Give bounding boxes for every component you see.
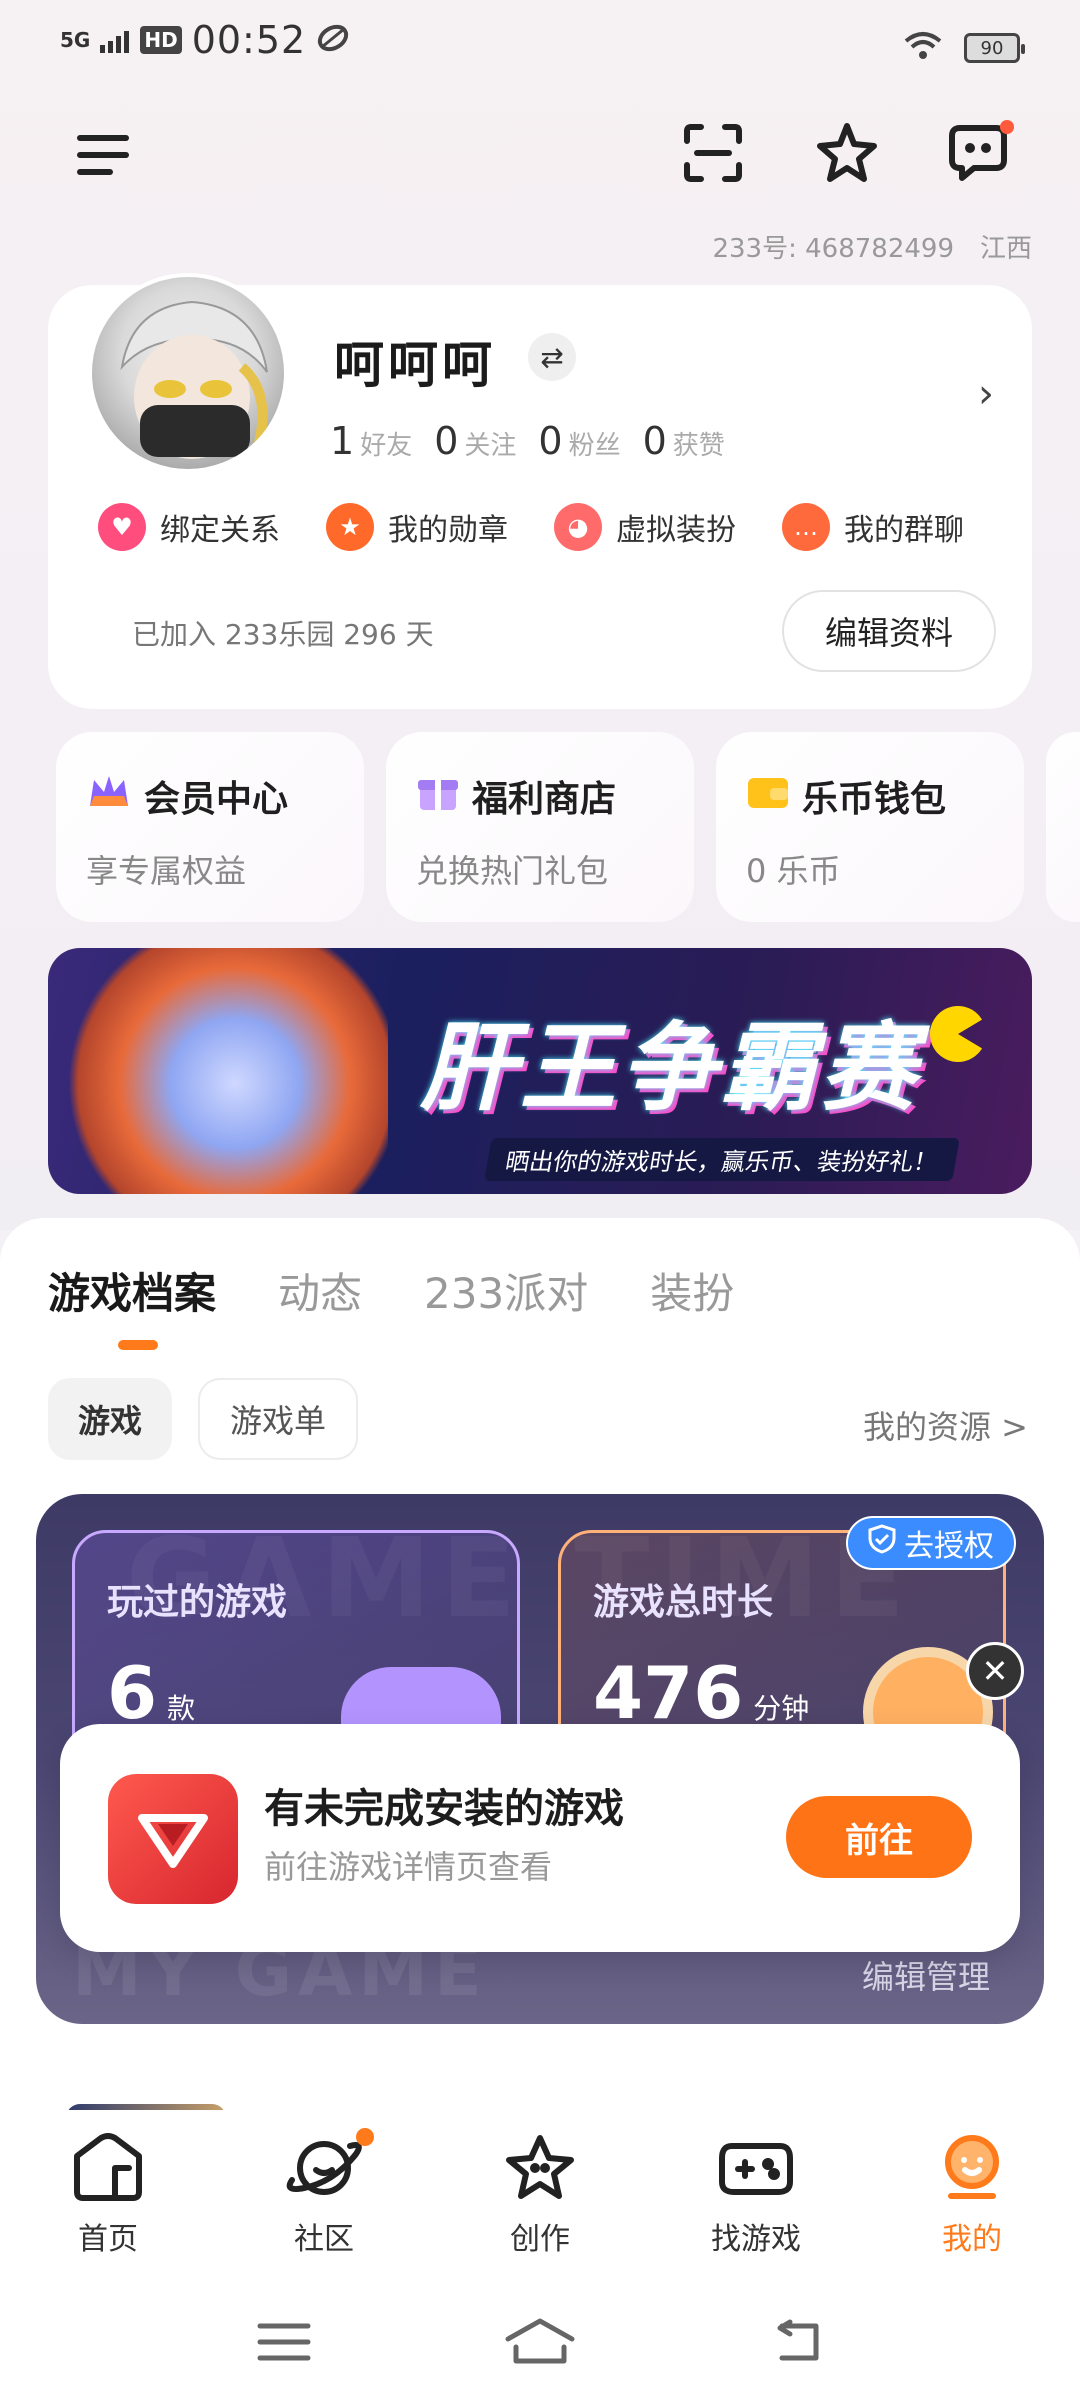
- network-indicator: 5G: [60, 28, 91, 52]
- status-bar: 5G HD 00:52 90: [0, 0, 1080, 90]
- bottom-nav: 首页 社区 创作 找游戏 我的: [0, 2110, 1080, 2280]
- tab-feed[interactable]: 动态: [278, 1260, 362, 1321]
- account-location: 江西: [979, 234, 1032, 264]
- pacman-icon: [930, 1006, 986, 1062]
- tab-indicator: [118, 1340, 158, 1350]
- stat-likes[interactable]: 0 获赞: [643, 419, 725, 463]
- game-app-icon: [108, 1774, 238, 1904]
- clock: 00:52: [191, 18, 307, 62]
- recent-apps-icon[interactable]: [256, 2320, 312, 2368]
- banner-subtitle: 晒出你的游戏时长，赢乐币、装扮好礼！: [484, 1138, 960, 1181]
- profile-quick-links: ♥ 绑定关系 ★ 我的勋章 ◕ 虚拟装扮 … 我的群聊: [98, 503, 964, 551]
- authorize-label: 去授权: [904, 1529, 994, 1564]
- gift-icon: [416, 772, 460, 821]
- played-games-count: 6: [107, 1651, 158, 1735]
- leaf-icon: [316, 18, 350, 62]
- play-time-unit: 分钟: [753, 1692, 810, 1725]
- go-button[interactable]: 前往: [786, 1796, 972, 1878]
- play-time-label: 游戏总时长: [593, 1582, 774, 1623]
- feature-tiles: 会员中心 享专属权益 福利商店 兑换热门礼包 乐币钱包 0 乐币: [56, 732, 1080, 922]
- profile-icon: [935, 2132, 1009, 2206]
- chevron-right-icon[interactable]: ›: [978, 371, 994, 417]
- tile-welfare-store[interactable]: 福利商店 兑换热门礼包: [386, 732, 694, 922]
- tile-more-partial[interactable]: [1046, 732, 1080, 922]
- authorize-badge[interactable]: 去授权: [846, 1516, 1016, 1570]
- system-nav-bar: [0, 2280, 1080, 2408]
- nav-home[interactable]: 首页: [0, 2110, 216, 2280]
- planet-icon: [284, 2132, 364, 2206]
- played-games-unit: 款: [167, 1692, 196, 1725]
- edit-profile-button[interactable]: 编辑资料: [782, 590, 996, 672]
- tab-party[interactable]: 233派对: [424, 1260, 588, 1321]
- banner-title: 肝王争霸赛: [420, 1012, 920, 1124]
- message-icon[interactable]: [944, 120, 1014, 186]
- play-time-value: 476: [593, 1651, 744, 1735]
- profile-card: 呵呵呵 ⇄ 1 好友 0 关注 0 粉丝 0 获赞 › ♥ 绑定关系 ★ 我的勋章 ◕ …: [48, 273, 1032, 709]
- tab-game-archive[interactable]: 游戏档案: [48, 1260, 216, 1321]
- event-banner[interactable]: 肝王争霸赛 晒出你的游戏时长，赢乐币、装扮好礼！: [48, 948, 1032, 1194]
- joined-days: 已加入 233乐园 296 天: [132, 618, 434, 651]
- home-nav-icon[interactable]: [504, 2317, 576, 2371]
- star-icon: [503, 2132, 577, 2206]
- chat-icon: …: [782, 503, 830, 551]
- nav-me-label: 我的: [942, 2222, 1002, 2257]
- nav-find-games[interactable]: 找游戏: [648, 2110, 864, 2280]
- banner-character-image: [48, 948, 388, 1194]
- install-notice: 有未完成安装的游戏 前往游戏详情页查看 前往: [60, 1724, 1020, 1952]
- nav-find-games-label: 找游戏: [711, 2222, 801, 2257]
- tile-coin-wallet[interactable]: 乐币钱包 0 乐币: [716, 732, 1024, 922]
- shield-check-icon: [868, 1524, 896, 1562]
- notice-title: 有未完成安装的游戏: [264, 1786, 624, 1832]
- played-games-label: 玩过的游戏: [107, 1582, 288, 1623]
- scan-icon[interactable]: [680, 120, 746, 186]
- message-unread-dot: [1000, 120, 1014, 134]
- nav-community-label: 社区: [294, 2222, 354, 2257]
- heart-icon: ♥: [98, 503, 146, 551]
- quick-link-groups[interactable]: … 我的群聊: [782, 503, 964, 551]
- wallet-icon: [746, 772, 790, 821]
- nav-me[interactable]: 我的: [864, 2110, 1080, 2280]
- stat-following[interactable]: 0 关注: [434, 419, 516, 463]
- nav-home-label: 首页: [78, 2222, 138, 2257]
- account-id: 233号: 468782499: [712, 234, 954, 264]
- nav-create-label: 创作: [510, 2222, 570, 2257]
- community-notification-dot: [356, 2128, 374, 2146]
- cat-icon: ◕: [554, 503, 602, 551]
- quick-link-avatar[interactable]: ◕ 虚拟装扮: [554, 503, 736, 551]
- medal-icon: ★: [326, 503, 374, 551]
- wifi-icon: [904, 26, 942, 70]
- chip-games[interactable]: 游戏: [48, 1378, 173, 1460]
- avatar[interactable]: [88, 273, 288, 473]
- nav-community[interactable]: 社区: [216, 2110, 432, 2280]
- switch-account-icon[interactable]: ⇄: [528, 333, 576, 381]
- home-icon: [71, 2132, 145, 2206]
- chip-game-lists[interactable]: 游戏单: [198, 1378, 359, 1460]
- quick-link-bind[interactable]: ♥ 绑定关系: [98, 503, 280, 551]
- tab-outfit[interactable]: 装扮: [650, 1260, 734, 1321]
- edit-manage-link[interactable]: 编辑管理: [862, 1952, 990, 1998]
- nav-create[interactable]: 创作: [432, 2110, 648, 2280]
- quick-link-medals[interactable]: ★ 我的勋章: [326, 503, 508, 551]
- crown-icon: [86, 772, 132, 821]
- tile-vip-center[interactable]: 会员中心 享专属权益: [56, 732, 364, 922]
- profile-stats: 1 好友 0 关注 0 粉丝 0 获赞: [330, 419, 725, 463]
- profile-tabs: 游戏档案 动态 233派对 装扮: [48, 1260, 734, 1321]
- stat-fans[interactable]: 0 粉丝: [538, 419, 620, 463]
- back-icon[interactable]: [768, 2318, 824, 2370]
- stat-friends[interactable]: 1 好友: [330, 419, 412, 463]
- notice-subtitle: 前往游戏详情页查看: [264, 1848, 553, 1886]
- signal-icon: [100, 18, 130, 62]
- battery-icon: 90: [964, 33, 1025, 63]
- filter-chips: 游戏 游戏单: [48, 1378, 359, 1460]
- hd-badge: HD: [140, 26, 182, 54]
- star-badge-icon[interactable]: [812, 118, 882, 188]
- my-resources-link[interactable]: 我的资源 >: [863, 1402, 1028, 1448]
- close-icon[interactable]: ✕: [966, 1642, 1024, 1700]
- gamepad-icon: [716, 2132, 796, 2206]
- account-info: 233号: 468782499 江西: [712, 228, 1032, 265]
- username: 呵呵呵: [334, 336, 496, 394]
- menu-icon[interactable]: [74, 126, 132, 184]
